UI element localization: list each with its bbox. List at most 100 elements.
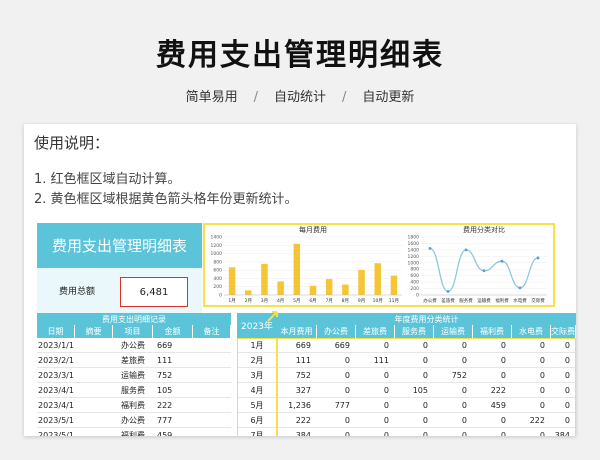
bar-2 xyxy=(245,290,252,295)
bar-x-tick-label: 1月 xyxy=(228,298,235,304)
total-cell: 6,481 xyxy=(117,268,202,313)
yearly-col-7: 水电费 xyxy=(512,325,551,338)
bar-x-tick-label: 4月 xyxy=(277,298,284,304)
details-cell: 752 xyxy=(153,368,193,383)
line-y-tick-label: 1200 xyxy=(408,254,420,260)
month-highlight-frame xyxy=(237,338,277,436)
line-x-tick-label: 水电费 xyxy=(513,297,527,304)
line-x-tick-label: 服务费 xyxy=(459,297,473,304)
tag-auto-update: 自动更新 xyxy=(362,90,415,105)
details-cell: 459 xyxy=(153,428,193,437)
bar-y-tick-label: 200 xyxy=(213,284,222,290)
bar-10 xyxy=(374,263,381,295)
yearly-col-4: 服务费 xyxy=(395,325,434,338)
line-point-6 xyxy=(518,286,522,290)
bar-6 xyxy=(309,285,317,295)
details-cell: 2023/5/1 xyxy=(37,428,75,437)
bar-x-tick-label: 9月 xyxy=(358,298,365,304)
bar-5 xyxy=(293,243,301,295)
instructions-heading: 使用说明： xyxy=(34,134,110,152)
details-cell: 222 xyxy=(153,398,193,413)
bar-9 xyxy=(358,269,365,295)
details-cell: 2023/1/1 xyxy=(37,338,75,353)
yearly-highlight-frame xyxy=(277,338,576,436)
details-col-1: 日期 xyxy=(37,325,75,338)
total-label: 费用总额 xyxy=(37,268,117,313)
line-point-1 xyxy=(428,247,432,250)
instruction-line-2: 2. 黄色框区域根据黄色箭头格年份更新统计。 xyxy=(34,192,298,207)
yellow-arrow-icon xyxy=(267,311,278,322)
line-y-tick-label: 600 xyxy=(410,273,419,279)
details-cell xyxy=(75,368,113,383)
charts-svg: 每月费用02004006008001000120014001月 2月 3月 4月 5月 6… xyxy=(211,225,547,304)
details-cell: 福利费 xyxy=(113,398,153,413)
yearly-col-5: 运输费 xyxy=(434,325,473,338)
tag-separator: / xyxy=(253,90,258,105)
bar-4 xyxy=(277,281,284,295)
bar-1 xyxy=(228,267,236,295)
details-cell: 2023/5/1 xyxy=(37,413,75,428)
line-point-4 xyxy=(482,269,486,273)
details-cell xyxy=(75,383,113,398)
yearly-col-3: 差旅费 xyxy=(356,325,395,338)
bar-x-tick-label: 11月 xyxy=(389,298,399,304)
details-cell xyxy=(193,428,231,436)
details-cell: 2023/3/1 xyxy=(37,368,75,383)
details-col-2: 摘要 xyxy=(75,325,113,338)
yearly-col-2: 办公费 xyxy=(317,325,356,338)
summary-banner: 费用支出管理明细表 xyxy=(37,223,202,268)
line-y-tick-label: 800 xyxy=(410,267,419,273)
details-cell xyxy=(193,413,231,428)
bar-y-tick-label: 1200 xyxy=(211,243,223,249)
bar-y-tick-label: 1000 xyxy=(211,251,223,257)
yearly-col-6: 福利费 xyxy=(473,325,512,338)
bar-y-tick-label: 1400 xyxy=(211,235,223,241)
bar-7 xyxy=(325,279,333,295)
details-cell xyxy=(193,368,231,383)
bar-y-tick-label: 800 xyxy=(213,259,222,265)
line-point-2 xyxy=(446,290,450,293)
yearly-header: 年度费用分类统计 xyxy=(277,313,576,325)
total-value: 6,481 xyxy=(120,277,188,307)
line-x-tick-label: 运输费 xyxy=(477,297,491,304)
details-cell: 差旅费 xyxy=(113,353,153,368)
bar-8 xyxy=(342,284,349,295)
line-y-tick-label: 0 xyxy=(416,293,419,299)
line-x-tick-label: 办公费 xyxy=(423,297,437,304)
bar-y-tick-label: 0 xyxy=(219,293,222,299)
charts-panel: 每月费用 0 200 400 600 800 1000 1200 1400 1月 2月 3月 4月 5月 6… xyxy=(203,223,555,307)
details-cell xyxy=(75,353,113,368)
bar-y-tick-label: 600 xyxy=(213,268,222,274)
page-title: 费用支出管理明细表 xyxy=(156,38,444,73)
details-cell xyxy=(75,413,113,428)
bar-x-tick-label: 7月 xyxy=(325,298,332,304)
details-cell: 办公费 xyxy=(113,338,153,353)
details-cell: 777 xyxy=(153,413,193,428)
details-cell: 111 xyxy=(153,353,193,368)
details-header: 费用支出明细记录 xyxy=(37,313,231,325)
details-cell xyxy=(75,428,113,436)
tag-separator: / xyxy=(342,90,347,105)
bar-x-tick-label: 2月 xyxy=(245,298,252,304)
line-x-tick-label: 交际费 xyxy=(531,297,545,304)
bar-x-tick-label: 3月 xyxy=(261,298,268,304)
line-y-tick-label: 400 xyxy=(410,280,419,286)
line-chart-title: 费用分类对比 xyxy=(463,225,505,234)
feature-tags: 简单易用 / 自动统计 / 自动更新 xyxy=(0,86,600,105)
details-cell: 办公费 xyxy=(113,413,153,428)
tag-auto-stats: 自动统计 xyxy=(273,90,326,105)
details-col-4: 金额 xyxy=(153,325,193,338)
bar-x-tick-label: 5月 xyxy=(293,298,300,304)
details-cell: 运输费 xyxy=(113,368,153,383)
details-cell xyxy=(193,383,231,398)
details-cell xyxy=(193,338,231,353)
details-cell: 105 xyxy=(153,383,193,398)
line-y-tick-label: 1400 xyxy=(408,247,420,253)
details-cell xyxy=(75,398,113,413)
details-cell: 2023/4/1 xyxy=(37,383,75,398)
line-y-tick-label: 1000 xyxy=(408,260,420,266)
line-point-3 xyxy=(464,248,468,252)
instruction-line-1: 1. 红色框区域自动计算。 xyxy=(34,172,181,187)
line-x-tick-label: 福利费 xyxy=(495,297,509,304)
bar-3 xyxy=(261,263,268,295)
